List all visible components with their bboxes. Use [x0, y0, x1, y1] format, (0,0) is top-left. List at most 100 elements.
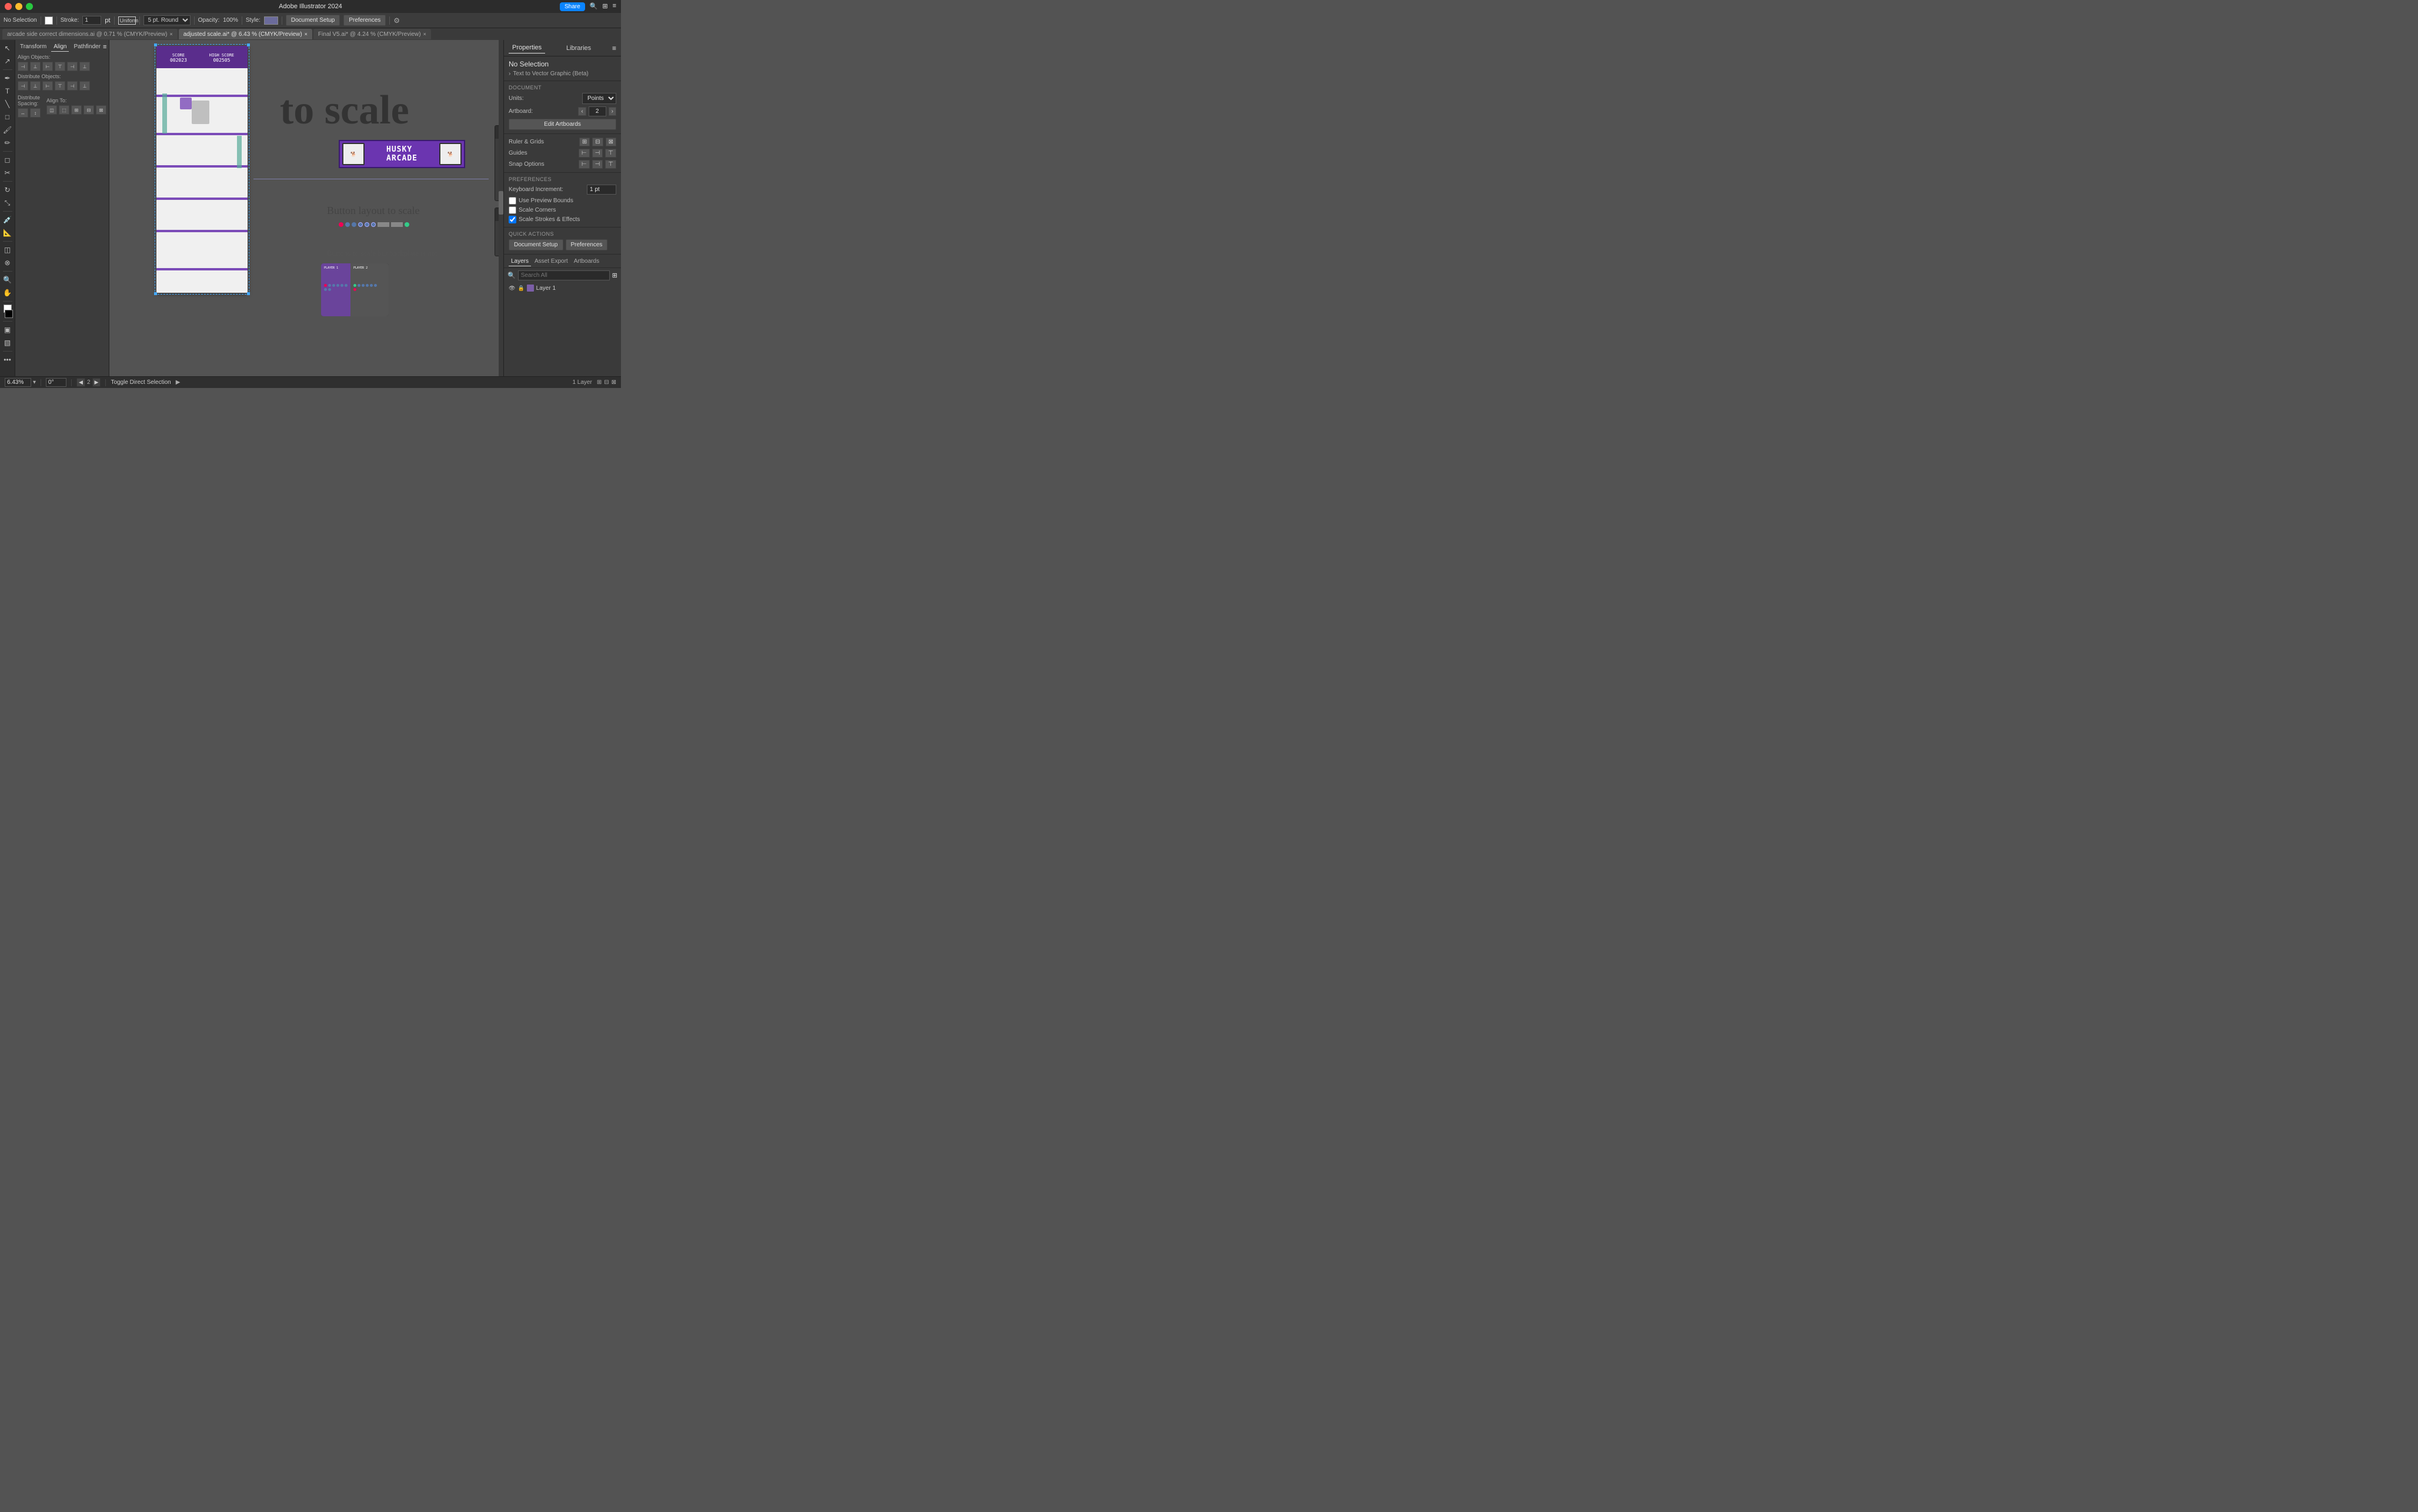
- align-to-margins[interactable]: ⊠: [96, 105, 106, 115]
- zoom-expand-icon[interactable]: ▾: [33, 379, 36, 386]
- guides-btn-3[interactable]: ⊤: [605, 149, 616, 158]
- search-icon[interactable]: 🔍: [590, 2, 598, 11]
- dist-bottom[interactable]: ⊥: [79, 81, 90, 91]
- arrange-icon[interactable]: ⊞: [602, 2, 607, 11]
- artboard-back[interactable]: ◀: [76, 378, 85, 387]
- stroke-width-input[interactable]: [82, 16, 101, 25]
- maximize-button[interactable]: [26, 3, 33, 10]
- quick-doc-setup-btn[interactable]: Document Setup: [509, 239, 563, 250]
- properties-tab[interactable]: Properties: [509, 42, 545, 53]
- units-select[interactable]: Points: [582, 93, 616, 104]
- use-preview-bounds-checkbox[interactable]: [509, 197, 516, 205]
- zoom-tool[interactable]: 🔍: [2, 274, 14, 286]
- snap-btn-3[interactable]: ⊤: [605, 160, 616, 169]
- snap-btn-2[interactable]: ⊣: [592, 160, 603, 169]
- align-bottom[interactable]: ⊥: [79, 62, 90, 71]
- toggle-direct-btn[interactable]: Toggle Direct Selection: [111, 379, 171, 386]
- layers-filter-icon[interactable]: ⊞: [612, 272, 617, 279]
- edit-artboards-btn[interactable]: Edit Artboards: [509, 119, 616, 130]
- dist-space-v[interactable]: ↕: [30, 108, 41, 118]
- preferences-btn[interactable]: Preferences: [343, 15, 386, 26]
- tab-1[interactable]: adjusted scale.ai* @ 6.43 % (CMYK/Previe…: [179, 29, 312, 39]
- scale-tool[interactable]: ⤡: [2, 197, 14, 209]
- quick-preferences-btn[interactable]: Preferences: [566, 239, 608, 250]
- status-icon-2[interactable]: ⊟: [604, 379, 609, 386]
- asset-export-tab[interactable]: Asset Export: [532, 257, 570, 266]
- keyboard-increment-input[interactable]: [587, 185, 616, 195]
- dist-center-h[interactable]: ⊥: [30, 81, 41, 91]
- guides-btn-1[interactable]: ⊢: [579, 149, 590, 158]
- rp-options-icon[interactable]: ≡: [612, 44, 616, 52]
- gradient-tool[interactable]: ◫: [2, 244, 14, 256]
- ruler-btn-1[interactable]: ⊞: [579, 138, 590, 146]
- selection-tool[interactable]: ↖: [2, 42, 14, 54]
- layers-search-input[interactable]: [518, 270, 610, 280]
- document-setup-btn[interactable]: Document Setup: [286, 15, 340, 26]
- stroke-style[interactable]: Uniform: [118, 16, 136, 25]
- align-to-key[interactable]: ⬚: [59, 105, 69, 115]
- pathfinder-tab[interactable]: Pathfinder: [71, 42, 103, 52]
- scale-corners-checkbox[interactable]: [509, 206, 516, 214]
- close-tab-2[interactable]: ×: [423, 31, 426, 37]
- tab-2[interactable]: Final V5.ai* @ 4.24 % (CMYK/Preview) ×: [313, 29, 431, 39]
- brush-tool[interactable]: 🖌: [2, 124, 14, 136]
- libraries-tab[interactable]: Libraries: [563, 43, 595, 53]
- dist-left[interactable]: ⊣: [18, 81, 28, 91]
- scale-strokes-checkbox[interactable]: [509, 216, 516, 223]
- layer-1-item[interactable]: 👁 🔒 Layer 1: [504, 283, 621, 293]
- align-to-sel[interactable]: ◫: [46, 105, 57, 115]
- eyedropper-tool[interactable]: 💉: [2, 214, 14, 226]
- menu-icon[interactable]: ≡: [613, 2, 616, 11]
- guides-btn-2[interactable]: ⊣: [592, 149, 603, 158]
- align-left[interactable]: ⊣: [18, 62, 28, 71]
- toggle-icon[interactable]: ▶: [176, 379, 181, 386]
- align-top[interactable]: ⊤: [55, 62, 65, 71]
- measure-tool[interactable]: 📐: [2, 227, 14, 239]
- shape-tool[interactable]: □: [2, 111, 14, 123]
- align-tab[interactable]: Align: [51, 42, 69, 52]
- close-button[interactable]: [5, 3, 12, 10]
- layer-lock-icon[interactable]: 🔒: [517, 285, 524, 292]
- artboards-tab[interactable]: Artboards: [572, 257, 602, 266]
- align-center-v[interactable]: ⊣: [67, 62, 78, 71]
- rotate-tool[interactable]: ↻: [2, 184, 14, 196]
- artboard-forward[interactable]: ▶: [92, 378, 101, 387]
- ruler-btn-3[interactable]: ⊠: [606, 138, 616, 146]
- layers-tab[interactable]: Layers: [509, 257, 531, 266]
- artboard-next[interactable]: ›: [609, 107, 616, 116]
- draw-behind[interactable]: ▧: [2, 337, 14, 349]
- close-tab-1[interactable]: ×: [305, 31, 308, 37]
- dist-right[interactable]: ⊢: [42, 81, 53, 91]
- ruler-btn-2[interactable]: ⊟: [592, 138, 603, 146]
- rotation-input[interactable]: [46, 378, 66, 387]
- dist-center-v[interactable]: ⊣: [67, 81, 78, 91]
- scissors-tool[interactable]: ✂: [2, 167, 14, 179]
- normal-mode[interactable]: ▣: [2, 324, 14, 336]
- layer-visibility-icon[interactable]: 👁: [509, 285, 515, 292]
- dist-top[interactable]: ⊤: [55, 81, 65, 91]
- view-options-icon[interactable]: ⚙: [393, 16, 400, 25]
- eraser-tool[interactable]: ◻: [2, 154, 14, 166]
- tab-0[interactable]: arcade side correct dimensions.ai @ 0.71…: [2, 29, 178, 39]
- minimize-button[interactable]: [15, 3, 22, 10]
- panel-menu-icon[interactable]: ≡: [103, 44, 106, 51]
- direct-selection-tool[interactable]: ↗: [2, 55, 14, 67]
- fill-color[interactable]: [45, 16, 53, 25]
- align-to-artboard[interactable]: ⊞: [71, 105, 82, 115]
- zoom-input[interactable]: [5, 378, 31, 387]
- pen-tool[interactable]: ✒: [2, 72, 14, 84]
- more-tools[interactable]: •••: [2, 354, 14, 366]
- close-tab-0[interactable]: ×: [169, 31, 172, 37]
- transform-tab[interactable]: Transform: [18, 42, 49, 52]
- brush-size-select[interactable]: 5 pt. Round: [143, 15, 191, 25]
- align-to-page[interactable]: ⊟: [84, 105, 94, 115]
- blend-tool[interactable]: ⊗: [2, 257, 14, 269]
- text-vector-graphic[interactable]: › Text to Vector Graphic (Beta): [509, 71, 616, 77]
- dist-space-h[interactable]: ↔: [18, 108, 28, 118]
- snap-btn-1[interactable]: ⊢: [579, 160, 590, 169]
- artboard-number-input[interactable]: [589, 106, 606, 116]
- status-icon-3[interactable]: ⊠: [612, 379, 616, 386]
- align-right[interactable]: ⊢: [42, 62, 53, 71]
- blob-brush-tool[interactable]: ✏: [2, 137, 14, 149]
- hand-tool[interactable]: ✋: [2, 287, 14, 299]
